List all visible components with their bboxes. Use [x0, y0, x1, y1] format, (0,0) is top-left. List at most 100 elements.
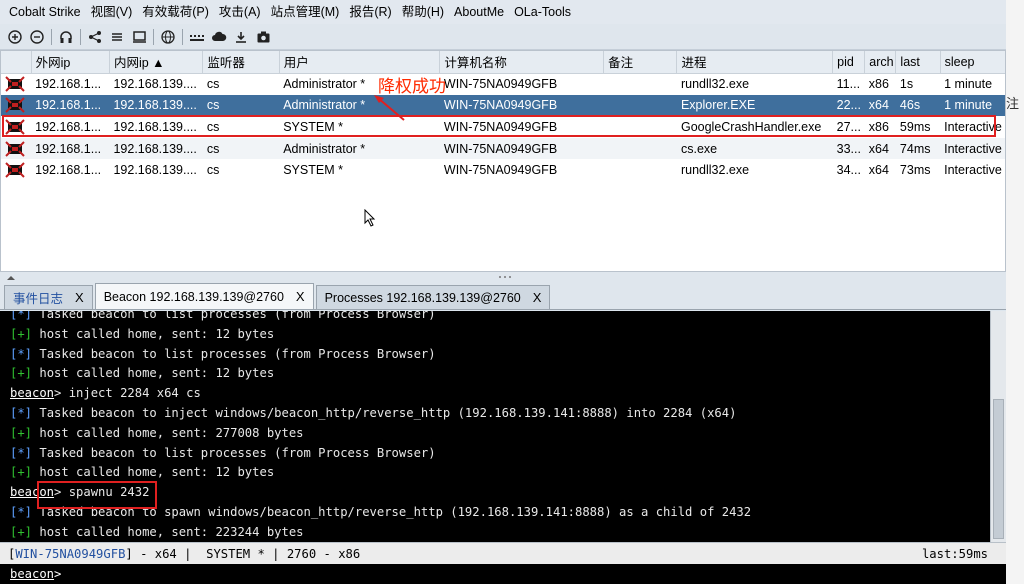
tab-label: Processes 192.168.139.139@2760: [324, 290, 521, 305]
minus-circle-icon[interactable]: [26, 26, 48, 48]
close-icon[interactable]: X: [533, 290, 542, 305]
column-header[interactable]: last: [895, 51, 941, 74]
console-text: host called home, sent: 12 bytes: [32, 465, 275, 480]
table-cell: cs: [206, 77, 220, 92]
console-tag: [*]: [10, 346, 33, 361]
table-cell: 33...: [832, 137, 865, 160]
table-cell: 192.168.139....: [113, 119, 197, 134]
table-cell: [604, 73, 677, 95]
table-cell: Interactive: [940, 137, 1005, 160]
console-line: beacon> spawnu 2432: [10, 482, 149, 502]
menu-item[interactable]: AboutMe: [449, 0, 509, 24]
status-details: ] - x64 | SYSTEM * | 2760 - x86: [125, 547, 361, 561]
table-cell: WIN-75NA0949GFB: [443, 163, 558, 178]
table-cell: 46s: [895, 94, 941, 117]
console-text: Tasked beacon to inject windows/beacon_h…: [32, 406, 737, 420]
beacon-console-output[interactable]: [*] Tasked beacon to list processes (fro…: [0, 311, 990, 542]
console-line: beacon> inject 2284 x64 cs: [10, 383, 201, 403]
menu-item[interactable]: 视图(V): [86, 0, 138, 24]
console-text: > inject 2284 x64 cs: [54, 386, 201, 401]
column-header[interactable]: 进程: [676, 51, 834, 74]
column-header[interactable]: arch: [864, 51, 897, 74]
table-cell: cs: [206, 163, 220, 178]
table-cell: [603, 94, 677, 117]
table-cell: 192.168.1...: [31, 137, 110, 160]
column-header[interactable]: 备注: [603, 51, 678, 74]
column-header[interactable]: 外网ip: [31, 51, 110, 74]
table-cell: WIN-75NA0949GFB: [439, 94, 604, 117]
table-cell: 192.168.139....: [113, 77, 197, 92]
column-header[interactable]: 用户: [279, 51, 441, 74]
console-text: host called home, sent: 277008 bytes: [32, 425, 304, 440]
console-scrollbar[interactable]: [990, 311, 1006, 542]
sessions-table: 外网ip 内网ip ▲ 监听器 用户 计算机名称 备注 进程 pid arch …: [0, 50, 1006, 272]
menu-item[interactable]: 有效载荷(P): [137, 0, 214, 24]
column-header[interactable]: sleep: [940, 51, 1005, 74]
column-header[interactable]: [1, 51, 32, 74]
cloud-icon[interactable]: [208, 26, 230, 48]
menu-item[interactable]: OLa-Tools: [509, 0, 576, 24]
table-cell: 1 minute: [940, 94, 1005, 117]
console-line: [*] Tasked beacon to list processes (fro…: [10, 344, 436, 364]
menu-item[interactable]: Cobalt Strike: [4, 0, 86, 24]
scrollbar-thumb[interactable]: [993, 399, 1004, 539]
table-cell: x64: [868, 163, 889, 178]
plus-circle-icon[interactable]: [4, 26, 26, 48]
menu-item[interactable]: 攻击(A): [214, 0, 266, 24]
beacon-icon: [1, 137, 32, 160]
share-icon[interactable]: [84, 26, 106, 48]
download-icon[interactable]: [230, 26, 252, 48]
column-header[interactable]: pid: [832, 51, 866, 74]
table-cell: WIN-75NA0949GFB: [443, 119, 558, 134]
table-cell: x64: [864, 137, 896, 160]
list-icon[interactable]: [106, 26, 128, 48]
toolbar-separator: [153, 28, 154, 45]
table-row[interactable]: 192.168.1... 192.168.139.... cs Administrat…: [1, 94, 1005, 117]
close-icon[interactable]: X: [296, 289, 305, 304]
table-cell: x64: [864, 94, 896, 117]
table-cell: cs: [202, 94, 280, 117]
table-cell: GoogleCrashHandler.exe: [680, 119, 822, 134]
table-row[interactable]: 192.168.1... 192.168.139.... cs SYSTEM * WIN…: [1, 159, 1005, 181]
menu-item[interactable]: 报告(R): [344, 0, 396, 24]
globe-icon[interactable]: [157, 26, 179, 48]
table-cell: cs: [206, 119, 220, 134]
table-cell: 22...: [832, 94, 865, 117]
table-cell: [603, 137, 677, 160]
table-row[interactable]: 192.168.1... 192.168.139.... cs Administrat…: [1, 73, 1005, 95]
table-cell: [604, 159, 677, 181]
table-cell: SYSTEM *: [283, 119, 343, 134]
table-row[interactable]: 192.168.1... 192.168.139.... cs Administrat…: [1, 137, 1005, 160]
beacon-icon: [1, 159, 31, 181]
console-line: [+] host called home, sent: 223244 bytes: [10, 522, 304, 542]
table-cell: Administrator *: [279, 94, 440, 117]
headphones-icon[interactable]: [55, 26, 77, 48]
monitor-icon[interactable]: [128, 26, 150, 48]
table-cell: rundll32.exe: [680, 163, 750, 178]
command-input[interactable]: beacon>: [0, 564, 1006, 584]
dots-icon[interactable]: [186, 26, 208, 48]
console-text: host called home, sent: 12 bytes: [32, 366, 275, 381]
table-cell: Administrator *: [283, 77, 366, 92]
camera-icon[interactable]: [252, 26, 274, 48]
table-cell: 192.168.1...: [35, 163, 102, 178]
menu-item[interactable]: 帮助(H): [397, 0, 449, 24]
console-tag: [+]: [10, 326, 33, 341]
console-line: [+] host called home, sent: 12 bytes: [10, 462, 274, 482]
table-cell: 74ms: [895, 137, 941, 160]
menu-item[interactable]: 站点管理(M): [266, 0, 345, 24]
tab-beacon[interactable]: Beacon 192.168.139.139@2760 X: [94, 283, 314, 309]
column-header[interactable]: 计算机名称: [439, 51, 605, 74]
table-cell: SYSTEM *: [283, 163, 343, 178]
console-tag: [*]: [10, 445, 33, 460]
table-row[interactable]: 192.168.1... 192.168.139.... cs SYSTEM * WIN…: [1, 116, 1005, 138]
tab-event-log[interactable]: 事件日志 X: [4, 285, 93, 309]
column-header[interactable]: 监听器: [202, 51, 280, 74]
close-icon[interactable]: X: [75, 290, 84, 305]
input-prompt: beacon: [10, 567, 55, 581]
column-header[interactable]: 内网ip ▲: [109, 51, 204, 74]
tab-processes[interactable]: Processes 192.168.139.139@2760 X: [315, 285, 551, 309]
console-line: [+] host called home, sent: 277008 bytes: [10, 423, 304, 443]
console-tag: [+]: [10, 366, 33, 381]
table-cell: 11...: [836, 77, 861, 92]
